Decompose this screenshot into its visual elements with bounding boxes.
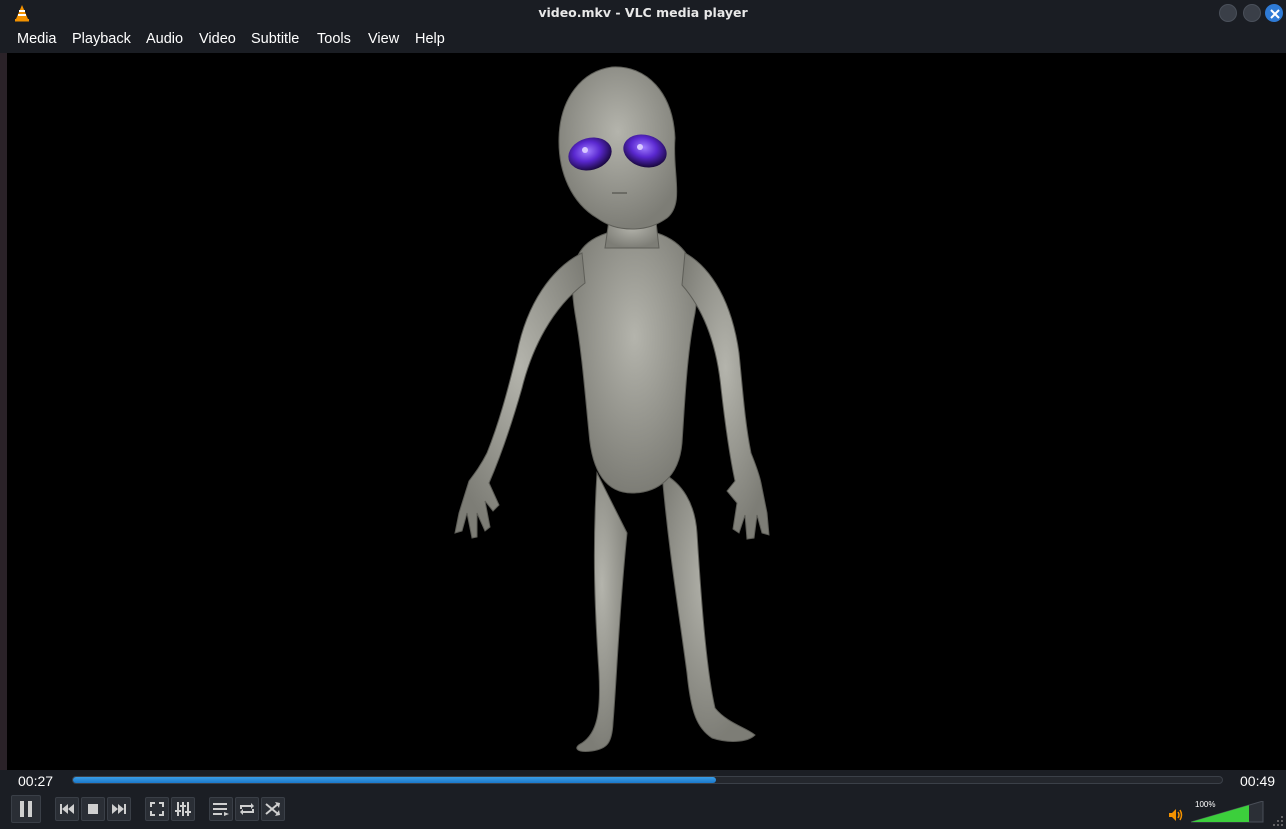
menu-bar: Media Playback Audio Video Subtitle Tool… bbox=[0, 26, 1286, 53]
elapsed-time[interactable]: 00:27 bbox=[18, 773, 53, 789]
window-title: video.mkv - VLC media player bbox=[538, 5, 748, 20]
shuffle-button[interactable] bbox=[261, 797, 285, 821]
menu-help[interactable]: Help bbox=[415, 31, 445, 47]
menu-playback[interactable]: Playback bbox=[72, 31, 131, 47]
minimize-button[interactable] bbox=[1219, 4, 1237, 22]
speaker-icon[interactable] bbox=[1169, 809, 1183, 821]
menu-subtitle[interactable]: Subtitle bbox=[251, 31, 299, 47]
volume-slider[interactable] bbox=[1191, 801, 1265, 823]
video-display[interactable] bbox=[7, 53, 1286, 770]
stop-icon bbox=[88, 804, 98, 814]
next-button[interactable] bbox=[107, 797, 131, 821]
fullscreen-icon bbox=[150, 802, 164, 816]
previous-button[interactable] bbox=[55, 797, 79, 821]
playlist-button[interactable] bbox=[209, 797, 233, 821]
next-icon bbox=[112, 804, 126, 814]
total-time[interactable]: 00:49 bbox=[1240, 773, 1275, 789]
menu-audio[interactable]: Audio bbox=[146, 31, 183, 47]
close-icon bbox=[1270, 9, 1280, 19]
menu-media[interactable]: Media bbox=[17, 31, 57, 47]
extended-settings-icon bbox=[175, 802, 191, 816]
desktop-edge bbox=[0, 53, 7, 770]
stop-button[interactable] bbox=[81, 797, 105, 821]
close-button[interactable] bbox=[1265, 4, 1283, 22]
controls-bar: 100% bbox=[0, 792, 1286, 829]
title-bar: video.mkv - VLC media player bbox=[0, 0, 1286, 26]
loop-icon bbox=[240, 803, 254, 815]
playlist-icon bbox=[213, 803, 229, 816]
shuffle-icon bbox=[265, 802, 280, 816]
alien-figure bbox=[454, 66, 770, 752]
pause-button[interactable] bbox=[11, 795, 41, 823]
maximize-button[interactable] bbox=[1243, 4, 1261, 22]
resize-grip-icon[interactable] bbox=[1272, 815, 1284, 827]
menu-video[interactable]: Video bbox=[199, 31, 236, 47]
seek-slider[interactable] bbox=[72, 776, 1223, 784]
menu-view[interactable]: View bbox=[368, 31, 399, 47]
loop-button[interactable] bbox=[235, 797, 259, 821]
seek-row: 00:27 00:49 bbox=[0, 770, 1286, 792]
fullscreen-button[interactable] bbox=[145, 797, 169, 821]
previous-icon bbox=[60, 804, 74, 814]
seek-progress bbox=[73, 777, 717, 783]
menu-tools[interactable]: Tools bbox=[317, 31, 351, 47]
extended-settings-button[interactable] bbox=[171, 797, 195, 821]
pause-icon bbox=[20, 801, 32, 817]
